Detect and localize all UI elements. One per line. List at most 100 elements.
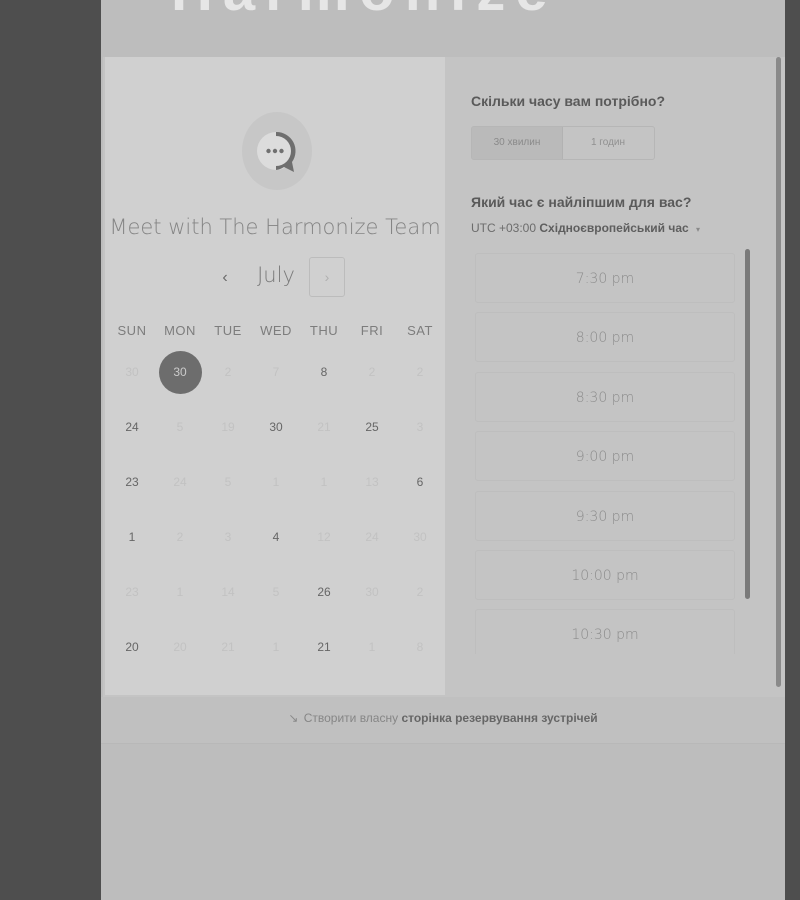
calendar-day-selected[interactable]: 30 <box>156 347 204 397</box>
time-slot-button[interactable]: 10:30 pm <box>475 609 735 654</box>
arrow-icon: ↘ <box>288 711 299 725</box>
page-scrollbar[interactable] <box>776 57 781 687</box>
timezone-selector[interactable]: UTC +03:00 Східноєвропейський час ▾ <box>471 221 700 235</box>
timezone-offset: UTC +03:00 <box>471 221 537 235</box>
booking-panel: Скільки часу вам потрібно? 30 хвилин 1 го… <box>445 57 785 695</box>
calendar-day: 3 <box>204 512 252 562</box>
calendar-day-label: 2 <box>416 585 424 599</box>
calendar-day: 2 <box>396 567 444 617</box>
calendar-day: 13 <box>348 457 396 507</box>
calendar-day-label: 30 <box>365 585 379 599</box>
weekday-label: TUE <box>214 323 242 338</box>
calendar-day[interactable]: 21 <box>300 622 348 672</box>
prev-month-button[interactable]: ‹ <box>213 265 237 291</box>
weekday-header: SUN MON TUE WED THU FRI SAT <box>108 323 444 339</box>
next-month-button[interactable]: › <box>309 257 345 297</box>
create-booking-page-link[interactable]: ↘ Створити власну сторінка резервування … <box>101 711 785 725</box>
calendar-day: 1 <box>252 622 300 672</box>
calendar-day: 5 <box>252 567 300 617</box>
calendar-day: 24 <box>156 457 204 507</box>
calendar-day-label: 14 <box>221 585 235 599</box>
calendar-day[interactable]: 20 <box>108 622 156 672</box>
footer-prefix: Створити власну <box>303 711 399 725</box>
calendar-day-label: 8 <box>320 365 328 379</box>
calendar-day-label: 12 <box>317 530 331 544</box>
weekday-label: SUN <box>117 323 147 338</box>
calendar-day-label: 20 <box>173 640 187 654</box>
calendar-day-label: 2 <box>176 530 184 544</box>
calendar-day: 23 <box>108 567 156 617</box>
calendar-day: 5 <box>156 402 204 452</box>
calendar-day: 30 <box>396 512 444 562</box>
calendar-day: 8 <box>396 622 444 672</box>
calendar-day[interactable]: 23 <box>108 457 156 507</box>
calendar-day-label: 1 <box>128 530 136 544</box>
month-navigation: ‹ July › <box>105 257 445 297</box>
calendar-day-label: 6 <box>416 475 424 489</box>
time-slot-button[interactable]: 8:30 pm <box>475 371 735 422</box>
calendar-panel: Meet with The Harmonize Team ‹ July › SU… <box>105 57 445 695</box>
calendar-day: 1 <box>156 567 204 617</box>
calendar-day-label: 30 <box>269 420 283 434</box>
calendar-day: 3 <box>396 402 444 452</box>
calendar-day[interactable]: 25 <box>348 402 396 452</box>
time-slot-scrollbar[interactable] <box>745 249 750 599</box>
calendar-day: 5 <box>204 457 252 507</box>
duration-option[interactable]: 30 хвилин <box>472 127 563 159</box>
duration-selector: 30 хвилин 1 годин <box>471 126 655 160</box>
calendar-day: 1 <box>300 457 348 507</box>
time-slot-button[interactable]: 8:00 pm <box>475 312 735 363</box>
calendar-day[interactable]: 26 <box>300 567 348 617</box>
brand-logo: Harmonize <box>171 0 731 20</box>
time-slot-button[interactable]: 10:00 pm <box>475 550 735 600</box>
calendar-day-label: 4 <box>272 530 280 544</box>
calendar-day-label: 25 <box>365 420 379 434</box>
calendar-day-label: 19 <box>221 420 235 434</box>
calendar-day: 21 <box>300 402 348 452</box>
calendar-day[interactable]: 24 <box>108 402 156 452</box>
meeting-title: Meet with The Harmonize Team <box>109 215 441 239</box>
weekday-label: FRI <box>360 323 384 338</box>
calendar-day[interactable]: 8 <box>300 347 348 397</box>
footer: ↘ Створити власну сторінка резервування … <box>101 697 785 744</box>
chat-bubble-icon <box>257 131 296 172</box>
calendar-day-label: 1 <box>320 475 328 489</box>
calendar-day-label: 3 <box>224 530 232 544</box>
calendar-day: 30 <box>108 347 156 397</box>
weekday-label: SAT <box>407 323 433 338</box>
calendar-day[interactable]: 30 <box>252 402 300 452</box>
calendar-day-label: 24 <box>365 530 379 544</box>
time-slot-button[interactable]: 7:30 pm <box>475 253 735 303</box>
calendar-day-label: 1 <box>176 585 184 599</box>
duration-option[interactable]: 1 годин <box>562 127 654 159</box>
calendar-day-label: 30 <box>125 365 139 379</box>
time-slot-button[interactable]: 9:00 pm <box>475 431 735 482</box>
calendar-day-label: 23 <box>125 585 139 599</box>
calendar-day[interactable]: 1 <box>108 512 156 562</box>
calendar-day-label: 3 <box>416 420 424 434</box>
month-label: July <box>257 263 295 287</box>
footer-link-text: сторінка резервування зустрічей <box>401 711 598 725</box>
calendar-day-label: 1 <box>272 475 280 489</box>
calendar-day-label: 2 <box>368 365 376 379</box>
calendar-day: 12 <box>300 512 348 562</box>
calendar-day-label: 7 <box>272 365 280 379</box>
calendar-day-label: 21 <box>221 640 235 654</box>
calendar-day: 14 <box>204 567 252 617</box>
calendar-day-label: 30 <box>158 351 202 394</box>
calendar-day-label: 2 <box>416 365 424 379</box>
time-slot-button[interactable]: 9:30 pm <box>475 490 735 541</box>
calendar-day[interactable]: 4 <box>252 512 300 562</box>
calendar-day-label: 21 <box>317 420 331 434</box>
calendar-day-label: 1 <box>272 640 280 654</box>
scheduler-card: Meet with The Harmonize Team ‹ July › SU… <box>103 57 785 697</box>
time-question: Який час є найліпшим для вас? <box>471 194 692 210</box>
calendar-day-label: 24 <box>125 420 139 434</box>
calendar-day: 2 <box>156 512 204 562</box>
calendar-day[interactable]: 6 <box>396 457 444 507</box>
duration-question: Скільки часу вам потрібно? <box>471 93 666 109</box>
calendar-day-label: 13 <box>365 475 379 489</box>
weekday-label: MON <box>164 323 196 338</box>
calendar-day: 2 <box>348 347 396 397</box>
calendar-day: 20 <box>156 622 204 672</box>
